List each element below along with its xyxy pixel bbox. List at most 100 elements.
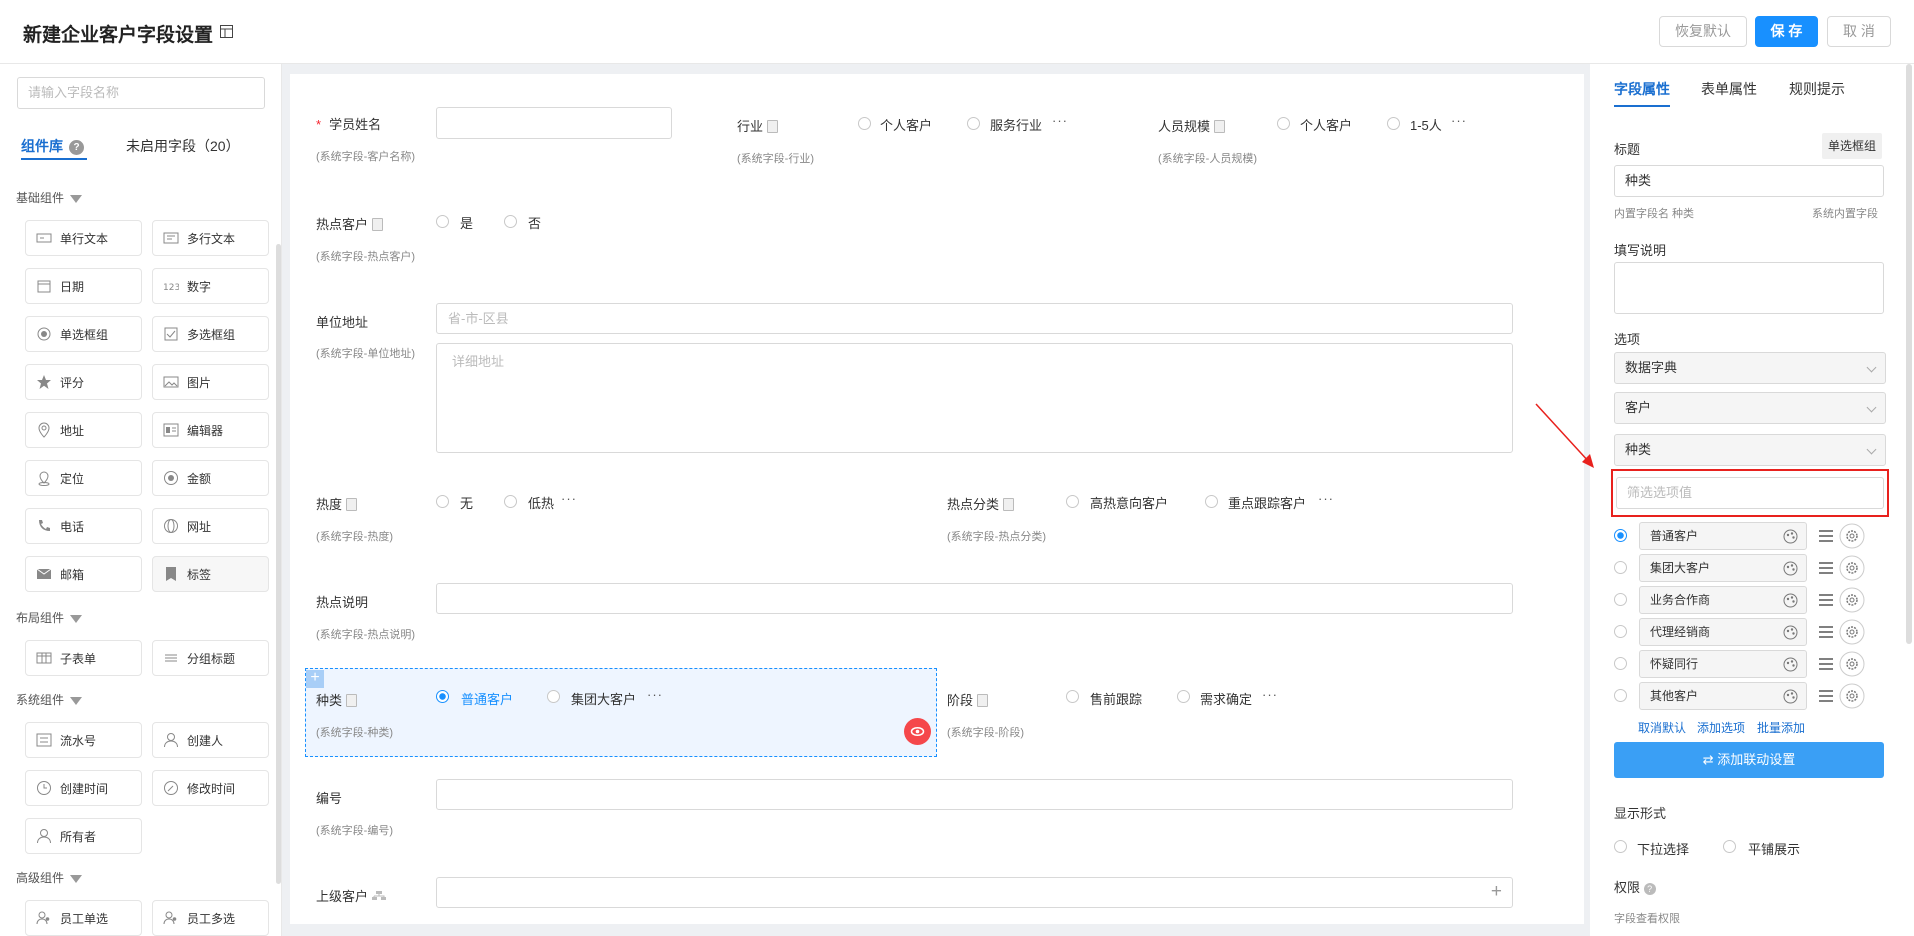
number-input[interactable] bbox=[436, 779, 1513, 810]
option-value-input[interactable]: 业务合作商 bbox=[1639, 586, 1807, 614]
parent-customer-input[interactable]: + bbox=[436, 877, 1513, 908]
component-item[interactable]: 员工单选 bbox=[25, 900, 142, 936]
default-option-radio[interactable] bbox=[1614, 561, 1627, 574]
palette-icon[interactable] bbox=[1783, 657, 1798, 672]
component-item[interactable]: 分组标题 bbox=[152, 640, 269, 676]
tab-form-properties[interactable]: 表单属性 bbox=[1701, 79, 1757, 99]
component-item[interactable]: 修改时间 bbox=[152, 770, 269, 806]
source-select[interactable]: 数据字典 bbox=[1614, 352, 1886, 384]
field-search-input[interactable]: 请输入字段名称 bbox=[17, 77, 265, 109]
option-settings-button[interactable] bbox=[1839, 619, 1865, 648]
component-item[interactable]: 地址 bbox=[25, 412, 142, 448]
radio-option[interactable] bbox=[1614, 840, 1627, 853]
cancel-button[interactable]: 取 消 bbox=[1827, 16, 1891, 47]
section-layout[interactable]: 布局组件 bbox=[16, 609, 83, 626]
student-name-input[interactable] bbox=[436, 107, 672, 139]
component-item[interactable]: 多行文本 bbox=[152, 220, 269, 256]
drag-sort-icon[interactable] bbox=[1819, 594, 1833, 609]
radio-option[interactable] bbox=[436, 215, 449, 228]
save-button[interactable]: 保 存 bbox=[1755, 16, 1818, 47]
radio-option[interactable] bbox=[547, 690, 560, 703]
radio-option[interactable] bbox=[1205, 495, 1218, 508]
radio-option[interactable] bbox=[504, 495, 517, 508]
drag-sort-icon[interactable] bbox=[1819, 562, 1833, 577]
dictionary-select[interactable]: 种类 bbox=[1614, 434, 1886, 466]
palette-icon[interactable] bbox=[1783, 625, 1798, 640]
radio-option[interactable] bbox=[436, 690, 449, 703]
component-item[interactable]: 123 数字 bbox=[152, 268, 269, 304]
more-icon[interactable]: ··· bbox=[1052, 113, 1068, 128]
section-system[interactable]: 系统组件 bbox=[16, 691, 83, 708]
default-option-radio[interactable] bbox=[1614, 657, 1627, 670]
component-item[interactable]: 图片 bbox=[152, 364, 269, 400]
radio-option[interactable] bbox=[504, 215, 517, 228]
add-linkage-button[interactable]: ⇄ 添加联动设置 bbox=[1614, 742, 1884, 778]
default-option-radio[interactable] bbox=[1614, 689, 1627, 702]
palette-icon[interactable] bbox=[1783, 593, 1798, 608]
drag-handle-icon[interactable]: + bbox=[306, 670, 324, 688]
desc-textarea[interactable] bbox=[1614, 262, 1884, 314]
tab-field-properties[interactable]: 字段属性 bbox=[1614, 79, 1670, 99]
section-basic[interactable]: 基础组件 bbox=[16, 189, 83, 206]
drag-sort-icon[interactable] bbox=[1819, 530, 1833, 545]
option-settings-button[interactable] bbox=[1839, 523, 1865, 552]
drag-sort-icon[interactable] bbox=[1819, 690, 1833, 705]
more-icon[interactable]: ··· bbox=[1451, 113, 1467, 128]
palette-icon[interactable] bbox=[1783, 561, 1798, 576]
option-filter-input[interactable]: 筛选选项值 bbox=[1616, 477, 1884, 509]
component-item[interactable]: 多选框组 bbox=[152, 316, 269, 352]
radio-option[interactable] bbox=[1723, 840, 1736, 853]
category-select[interactable]: 客户 bbox=[1614, 392, 1886, 424]
option-value-input[interactable]: 普通客户 bbox=[1639, 522, 1807, 550]
radio-option[interactable] bbox=[1066, 495, 1079, 508]
component-item[interactable]: 流水号 bbox=[25, 722, 142, 758]
option-settings-button[interactable] bbox=[1839, 587, 1865, 616]
component-item[interactable]: 金额 bbox=[152, 460, 269, 496]
section-advanced[interactable]: 高级组件 bbox=[16, 869, 83, 886]
palette-icon[interactable] bbox=[1783, 529, 1798, 544]
option-settings-button[interactable] bbox=[1839, 683, 1865, 712]
tab-rule-hints[interactable]: 规则提示 bbox=[1789, 79, 1845, 99]
restore-default-button[interactable]: 恢复默认 bbox=[1659, 16, 1747, 47]
hot-note-input[interactable] bbox=[436, 583, 1513, 614]
address-textarea[interactable]: 详细地址 bbox=[436, 343, 1513, 453]
batch-add-link[interactable]: 批量添加 bbox=[1757, 719, 1805, 736]
component-item[interactable]: 定位 bbox=[25, 460, 142, 496]
palette-icon[interactable] bbox=[1783, 689, 1798, 704]
component-item[interactable]: 员工多选 bbox=[152, 900, 269, 936]
radio-option[interactable] bbox=[1177, 690, 1190, 703]
title-input[interactable]: 种类 bbox=[1614, 165, 1884, 197]
radio-option[interactable] bbox=[1277, 117, 1290, 130]
selected-field-box[interactable] bbox=[305, 668, 937, 757]
right-scrollbar[interactable] bbox=[1904, 64, 1914, 936]
layout-icon[interactable] bbox=[220, 25, 233, 38]
radio-option[interactable] bbox=[858, 117, 871, 130]
component-item[interactable]: 评分 bbox=[25, 364, 142, 400]
more-icon[interactable]: ··· bbox=[1262, 687, 1278, 702]
option-settings-button[interactable] bbox=[1839, 555, 1865, 584]
default-option-radio[interactable] bbox=[1614, 625, 1627, 638]
left-scrollbar[interactable] bbox=[276, 244, 281, 884]
component-item[interactable]: 电话 bbox=[25, 508, 142, 544]
hide-field-button[interactable] bbox=[904, 718, 931, 745]
option-value-input[interactable]: 怀疑同行 bbox=[1639, 650, 1807, 678]
component-item[interactable]: 子表单 bbox=[25, 640, 142, 676]
component-item[interactable]: 单行文本 bbox=[25, 220, 142, 256]
add-option-link[interactable]: 添加选项 bbox=[1697, 719, 1745, 736]
plus-icon[interactable]: + bbox=[1491, 881, 1502, 903]
component-item[interactable]: 创建时间 bbox=[25, 770, 142, 806]
option-value-input[interactable]: 代理经销商 bbox=[1639, 618, 1807, 646]
radio-option[interactable] bbox=[1066, 690, 1079, 703]
more-icon[interactable]: ··· bbox=[1318, 491, 1334, 506]
component-item[interactable]: 创建人 bbox=[152, 722, 269, 758]
component-item[interactable]: 编辑器 bbox=[152, 412, 269, 448]
radio-option[interactable] bbox=[1387, 117, 1400, 130]
component-item[interactable]: 日期 bbox=[25, 268, 142, 304]
tab-component-library[interactable]: 组件库? bbox=[21, 136, 84, 156]
component-item[interactable]: 邮箱 bbox=[25, 556, 142, 592]
drag-sort-icon[interactable] bbox=[1819, 658, 1833, 673]
cancel-default-link[interactable]: 取消默认 bbox=[1638, 719, 1686, 736]
region-input[interactable]: 省-市-区县 bbox=[436, 303, 1513, 334]
option-value-input[interactable]: 其他客户 bbox=[1639, 682, 1807, 710]
more-icon[interactable]: ··· bbox=[647, 687, 663, 702]
